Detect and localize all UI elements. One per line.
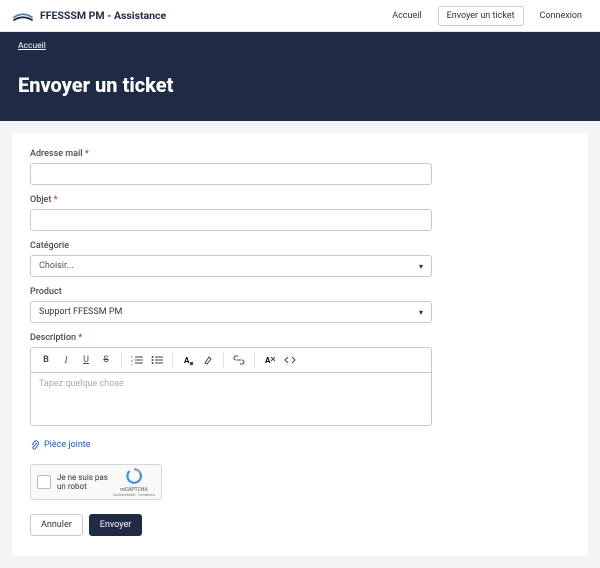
product-label: Product [30,287,570,297]
product-select[interactable]: Support FFESSM PM ▾ [30,301,432,323]
toolbar-separator [172,353,173,367]
category-value: Choisir... [39,261,74,271]
field-product: Product Support FFESSM PM ▾ [30,287,570,323]
clear-format-icon[interactable]: A [261,352,279,368]
toolbar-separator [223,353,224,367]
chevron-down-icon: ▾ [419,262,423,271]
email-input[interactable] [30,163,432,185]
product-value: Support FFESSM PM [39,307,122,317]
field-category: Catégorie Choisir... ▾ [30,241,570,277]
topbar: FFESSSM PM - Assistance Accueil Envoyer … [0,0,600,32]
form-actions: Annuler Envoyer [30,514,570,536]
submit-button[interactable]: Envoyer [89,514,142,536]
email-label: Adresse mail * [30,149,570,159]
toolbar-separator [254,353,255,367]
strike-icon[interactable]: S [97,352,115,368]
breadcrumb-home[interactable]: Accueil [18,41,46,51]
brand: FFESSSM PM - Assistance [12,9,166,23]
recaptcha-checkbox[interactable] [37,475,51,489]
field-description: Description * B I U S 123 A A Tapez quel… [30,333,570,426]
category-label: Catégorie [30,241,570,251]
nav-login[interactable]: Connexion [534,7,588,25]
attachment-link[interactable]: Pièce jointe [30,440,432,450]
chevron-down-icon: ▾ [419,308,423,317]
toolbar-separator [121,353,122,367]
page-title: Envoyer un ticket [18,73,582,97]
field-subject: Objet * [30,195,570,231]
brand-logo-icon [12,9,34,23]
category-select[interactable]: Choisir... ▾ [30,255,432,277]
highlight-icon[interactable] [199,352,217,368]
subject-label: Objet * [30,195,570,205]
svg-text:A: A [265,356,271,365]
bold-icon[interactable]: B [37,352,55,368]
unordered-list-icon[interactable] [148,352,166,368]
code-icon[interactable] [281,352,299,368]
recaptcha-text: Je ne suis pas un robot [57,473,113,491]
nav-home[interactable]: Accueil [386,7,427,25]
svg-text:A: A [184,356,190,365]
description-editor[interactable]: Tapez quelque chose [30,372,432,426]
attachment-label: Pièce jointe [44,440,91,450]
field-email: Adresse mail * [30,149,570,185]
link-icon[interactable] [230,352,248,368]
hero: Accueil Envoyer un ticket [0,32,600,121]
paperclip-icon [30,440,40,450]
svg-text:3: 3 [131,363,133,365]
underline-icon[interactable]: U [77,352,95,368]
recaptcha-icon [125,467,143,485]
brand-title: FFESSSM PM - Assistance [40,9,166,22]
ordered-list-icon[interactable]: 123 [128,352,146,368]
text-color-icon[interactable]: A [179,352,197,368]
form-card: Adresse mail * Objet * Catégorie Choisir… [12,133,588,556]
recaptcha-logo: reCAPTCHA Confidentialité - Conditions [113,467,155,498]
cancel-button[interactable]: Annuler [30,514,83,536]
description-label: Description * [30,333,570,343]
italic-icon[interactable]: I [57,352,75,368]
recaptcha-widget[interactable]: Je ne suis pas un robot reCAPTCHA Confid… [30,464,162,500]
subject-input[interactable] [30,209,432,231]
editor-toolbar: B I U S 123 A A [30,347,432,372]
nav-submit-ticket[interactable]: Envoyer un ticket [438,6,524,26]
topnav: Accueil Envoyer un ticket Connexion [386,6,588,26]
